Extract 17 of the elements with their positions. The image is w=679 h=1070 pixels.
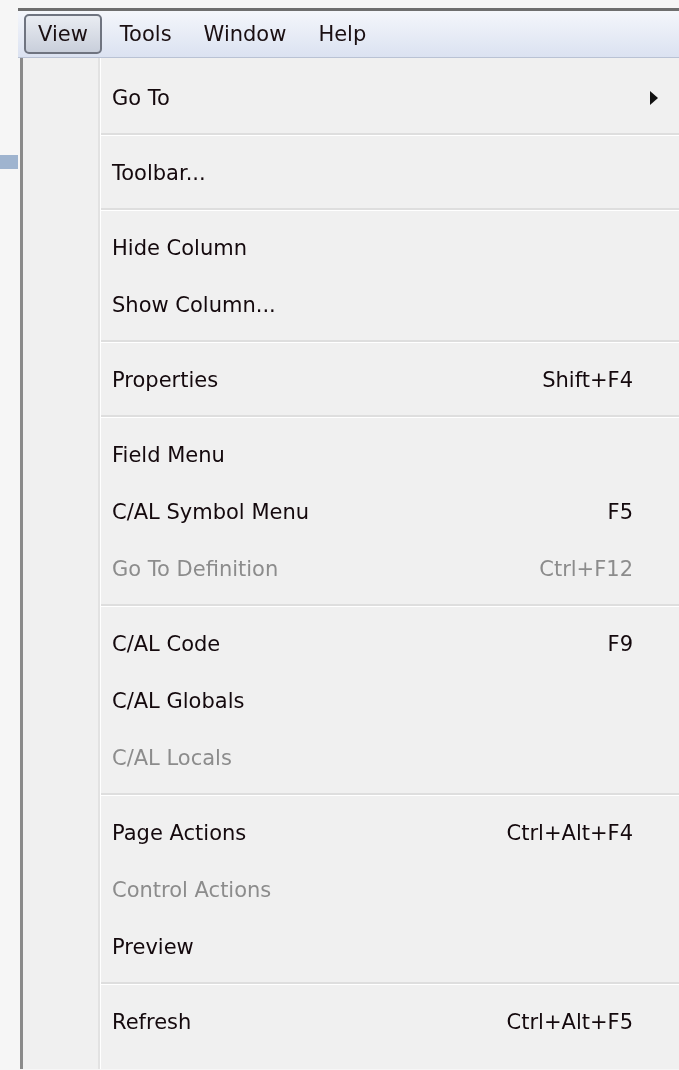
- menu-bar-item[interactable]: Tools: [105, 14, 186, 54]
- menu-item[interactable]: Field Menu: [23, 426, 679, 483]
- menu-item[interactable]: Page Actions Ctrl+Alt+F4: [23, 804, 679, 861]
- menu-item[interactable]: Refresh Ctrl+Alt+F5: [23, 993, 679, 1050]
- window-edge: [0, 155, 18, 169]
- menu-item[interactable]: C/AL Globals: [23, 672, 679, 729]
- menu-item[interactable]: C/AL Symbol Menu F5: [23, 483, 679, 540]
- menu-bar-item[interactable]: Window: [189, 14, 301, 54]
- menu-item[interactable]: Hide Column: [23, 219, 679, 276]
- menu-bar-item[interactable]: View: [24, 14, 102, 54]
- menu-item[interactable]: C/AL Code F9: [23, 615, 679, 672]
- menu-item[interactable]: Go To: [23, 69, 679, 126]
- menu-item[interactable]: Show Column...: [23, 276, 679, 333]
- menu-item[interactable]: Toolbar...: [23, 144, 679, 201]
- menu-item[interactable]: Preview: [23, 918, 679, 975]
- menu-bar-item[interactable]: Help: [304, 14, 381, 54]
- menu-item[interactable]: Properties Shift+F4: [23, 351, 679, 408]
